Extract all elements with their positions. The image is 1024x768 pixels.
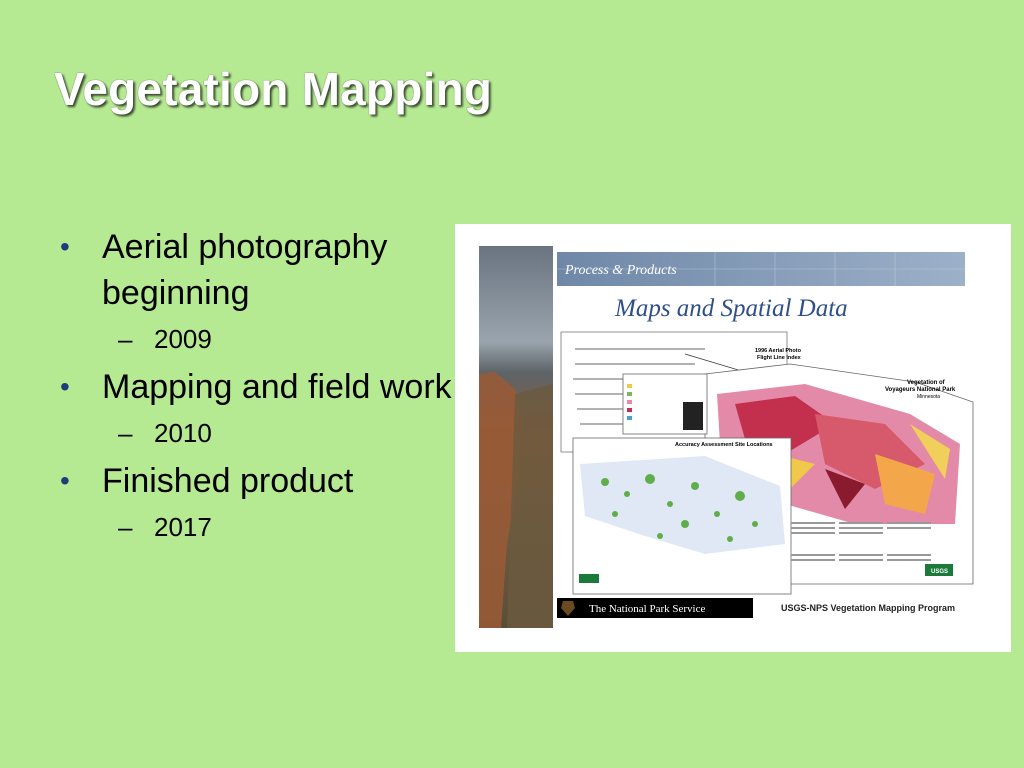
park-title-2: Voyageurs National Park [885, 387, 956, 393]
bullet-dot-icon: • [60, 231, 70, 262]
sub-bullet-item: –2009 [56, 320, 452, 358]
sub-bullet-item: –2017 [56, 508, 452, 546]
park-title-3: Minnesota [917, 394, 940, 400]
bullet-dot-icon: • [60, 371, 70, 402]
photo-thumbnail [683, 402, 703, 430]
program-text: USGS-NPS Vegetation Mapping Program [781, 603, 955, 613]
usgs-logo-text: USGS [931, 569, 948, 575]
poster-heading: Maps and Spatial Data [614, 295, 848, 322]
park-title-1: Vegetation of [907, 380, 946, 386]
banner-text: Process & Products [564, 263, 677, 278]
bullet-item: • Finished product [56, 458, 452, 504]
usgs-logo-small [579, 574, 599, 583]
sub-bullet-text: 2009 [154, 324, 212, 354]
bullet-item: • Mapping and field work [56, 364, 452, 410]
poster-graphic: Process & Products Maps and Spatial Data… [479, 246, 974, 628]
bullet-text: Mapping and field work [102, 368, 452, 406]
sub-bullet-text: 2017 [154, 512, 212, 542]
sub-bullet-item: –2010 [56, 414, 452, 452]
sub-bullet-text: 2010 [154, 418, 212, 448]
accuracy-title: Accuracy Assessment Site Locations [675, 442, 773, 448]
bullet-text: Aerial photography beginning [102, 228, 388, 312]
bullet-text: Finished product [102, 462, 354, 500]
dash-icon: – [118, 324, 133, 354]
nps-footer-text: The National Park Service [589, 603, 705, 615]
dash-icon: – [118, 418, 133, 448]
bullet-item: • Aerial photography beginning [56, 224, 452, 316]
poster-image: Process & Products Maps and Spatial Data… [455, 224, 1011, 652]
flight-index-label-2: Flight Line Index [757, 355, 802, 361]
bullet-dot-icon: • [60, 465, 70, 496]
flight-index-label: 1996 Aerial Photo [755, 348, 802, 354]
bullet-list: • Aerial photography beginning –2009 • Map… [56, 224, 452, 552]
dash-icon: – [118, 512, 133, 542]
slide-title: Vegetation Mapping [54, 63, 493, 115]
